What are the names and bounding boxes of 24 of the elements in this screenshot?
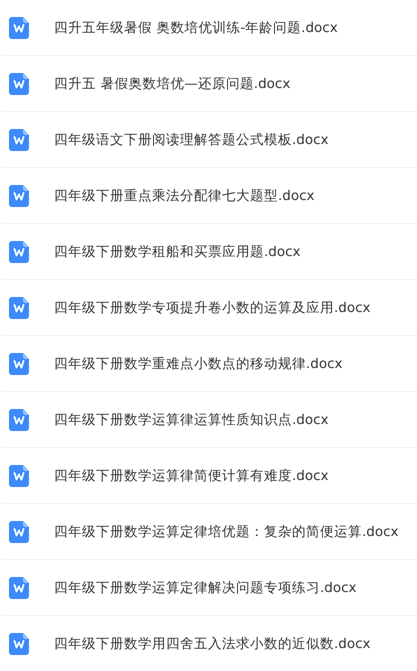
file-name[interactable]: 四年级下册数学运算律运算性质知识点.docx: [54, 410, 329, 428]
file-name[interactable]: 四年级下册数学租船和买票应用题.docx: [54, 242, 301, 260]
document-icon: [9, 16, 29, 38]
file-name[interactable]: 四年级下册重点乘法分配律七大题型.docx: [54, 186, 315, 204]
file-name[interactable]: 四年级语文下册阅读理解答题公式模板.docx: [54, 130, 329, 148]
document-icon: [9, 128, 29, 150]
document-icon: [9, 576, 29, 598]
document-icon: [9, 464, 29, 486]
file-name[interactable]: 四年级下册数学专项提升卷小数的运算及应用.docx: [54, 298, 371, 316]
file-name[interactable]: 四升五年级暑假 奥数培优训练-年龄问题.docx: [54, 18, 338, 36]
document-icon: [9, 184, 29, 206]
file-name[interactable]: 四升五 暑假奥数培优—还原问题.docx: [54, 74, 290, 92]
document-icon: [9, 72, 29, 94]
document-icon: [9, 296, 29, 318]
document-icon: [9, 352, 29, 374]
file-name[interactable]: 四年级下册数学用四舍五入法求小数的近似数.docx: [54, 635, 371, 653]
document-icon: [9, 520, 29, 542]
document-icon: [9, 240, 29, 262]
file-name[interactable]: 四年级下册数学运算律简便计算有难度.docx: [54, 466, 329, 484]
file-name[interactable]: 四年级下册数学运算定律解决问题专项练习.docx: [54, 578, 357, 596]
file-name[interactable]: 四年级下册数学运算定律培优题：复杂的简便运算.docx: [54, 522, 399, 540]
file-name[interactable]: 四年级下册数学重难点小数点的移动规律.docx: [54, 354, 343, 372]
document-icon: [9, 408, 29, 430]
document-icon: [9, 633, 29, 655]
